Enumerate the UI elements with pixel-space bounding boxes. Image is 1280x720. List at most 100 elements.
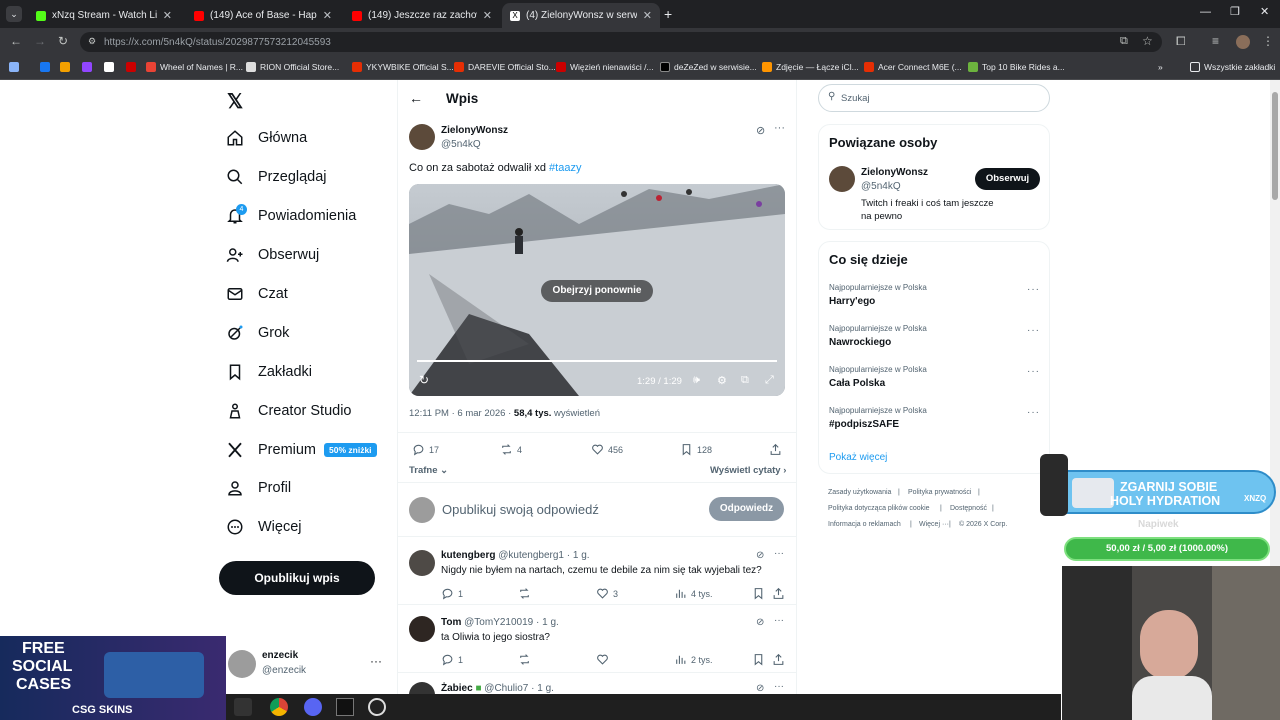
trend-item[interactable]: Najpopularniejsze w Polska Cała Polska — [829, 365, 1039, 389]
bookmark-action[interactable] — [752, 653, 765, 666]
close-icon[interactable]: ✕ — [483, 9, 492, 22]
trend-item[interactable]: Najpopularniejsze w Polska #podpiszSAFE — [829, 406, 1039, 430]
tab-youtube-1[interactable]: (149) Ace of Base - Happy Natio✕ — [186, 3, 340, 28]
views-action[interactable]: 2 tys. — [674, 653, 713, 666]
more-icon[interactable]: ··· — [1027, 407, 1040, 418]
more-icon[interactable]: ··· — [774, 615, 784, 626]
reply-action[interactable]: 1 — [441, 653, 463, 666]
footer-link[interactable]: Więcej ··· — [919, 521, 949, 528]
bookmark-star-icon[interactable]: ☆ — [1142, 34, 1153, 48]
bookmark-darevie[interactable]: DAREVIE Official Sto... — [454, 62, 556, 72]
view-quotes-link[interactable]: Wyświetl cytaty › — [710, 465, 786, 476]
scrollbar-thumb[interactable] — [1272, 92, 1278, 200]
bookmark-twitch[interactable] — [82, 62, 92, 72]
bookmark-2[interactable] — [60, 62, 70, 72]
account-switcher[interactable]: enzecik @enzecik ··· — [226, 646, 386, 682]
tab-x-post[interactable]: X(4) ZielonyWonsz w serwisie X:✕ — [502, 3, 660, 28]
footer-link[interactable]: Polityka dotycząca plików cookie — [828, 505, 930, 512]
address-bar[interactable]: ⚙ https://x.com/5n4kQ/status/20298775732… — [80, 32, 1162, 52]
minimize-button[interactable]: — — [1200, 6, 1211, 18]
discord-icon[interactable] — [304, 698, 322, 716]
more-icon[interactable]: ··· — [1027, 284, 1040, 295]
nav-premium[interactable]: Premium 50% zniżki — [226, 441, 377, 459]
nav-bookmarks[interactable]: Zakładki — [226, 363, 312, 381]
apps-icon[interactable] — [9, 62, 19, 72]
footer-link[interactable]: Dostępność — [950, 505, 987, 512]
bookmark-ykywbike[interactable]: YKYWBIKE Official S... — [352, 62, 454, 72]
tab-youtube-2[interactable]: (149) Jeszcze raz zachowasz się✕ — [344, 3, 500, 28]
picture-in-picture-icon[interactable]: ⧉ — [741, 374, 749, 387]
video-progress-track[interactable] — [417, 360, 777, 362]
close-icon[interactable]: ✕ — [323, 9, 332, 22]
hashtag-link[interactable]: #taazy — [549, 162, 581, 174]
obs-icon[interactable] — [368, 698, 386, 716]
tab-kick[interactable]: xNzq Stream - Watch Live on K✕ — [28, 3, 180, 28]
reply-submit-button[interactable]: Odpowiedz — [709, 497, 784, 521]
views-action[interactable]: 4 tys. — [674, 587, 713, 600]
nav-chat[interactable]: Czat — [226, 285, 288, 303]
post-author-avatar[interactable] — [409, 124, 435, 150]
more-icon[interactable]: ··· — [1027, 366, 1040, 377]
media-icon[interactable]: ≡ — [1212, 34, 1219, 48]
site-info-icon[interactable]: ⚙ — [88, 36, 96, 47]
search-input[interactable]: ⚲ Szukaj — [818, 84, 1050, 112]
bookmark-wheel[interactable]: Wheel of Names | R... — [146, 62, 243, 72]
share-action[interactable] — [772, 653, 785, 666]
terminal-icon[interactable] — [336, 698, 354, 716]
reply-input[interactable]: Opublikuj swoją odpowiedź — [442, 502, 599, 517]
nav-home[interactable]: Główna — [226, 129, 307, 147]
reply-action[interactable]: 1 — [441, 587, 463, 600]
grok-icon[interactable]: ⊘ — [756, 550, 764, 561]
forward-icon[interactable]: → — [34, 34, 46, 48]
grok-icon[interactable]: ⊘ — [756, 683, 764, 694]
close-icon[interactable]: ✕ — [163, 9, 172, 22]
nav-more[interactable]: Więcej — [226, 518, 302, 536]
show-more-link[interactable]: Pokaż więcej — [829, 452, 887, 463]
reload-icon[interactable]: ↻ — [58, 34, 68, 48]
trend-item[interactable]: Najpopularniejsze w Polska Nawrockiego — [829, 324, 1039, 348]
grok-icon[interactable]: ⊘ — [756, 617, 764, 628]
nav-profile[interactable]: Profil — [226, 479, 291, 497]
video-player[interactable]: Obejrzyj ponownie ↻ 1:29 / 1:29 🕪 ⚙ ⧉ ⤢ — [409, 184, 785, 396]
replay-button[interactable]: Obejrzyj ponownie — [541, 280, 653, 302]
bookmark-facebook[interactable] — [40, 62, 50, 72]
bookmark-dezezed[interactable]: deZeZed w serwisie... — [660, 62, 757, 72]
grok-icon[interactable]: ⊘ — [756, 124, 765, 137]
avatar[interactable] — [829, 166, 855, 192]
like-action[interactable]: 456 — [591, 443, 623, 456]
more-icon[interactable]: ··· — [774, 548, 784, 559]
more-icon[interactable]: ··· — [774, 681, 784, 692]
reply-item[interactable]: Żabiec ■ @Chulio7 · 1 g. ⊘ ··· — [397, 673, 797, 694]
sort-dropdown[interactable]: Trafne ⌄ — [409, 465, 448, 476]
fullscreen-icon[interactable]: ⤢ — [765, 374, 774, 387]
post-author-name[interactable]: ZielonyWonsz — [441, 125, 508, 136]
share-action[interactable] — [769, 443, 782, 456]
extensions-icon[interactable]: ⧠ — [1176, 34, 1186, 49]
reply-item[interactable]: kutengberg @kutengberg1 · 1 g. ⊘ ··· Nig… — [397, 537, 797, 603]
footer-link[interactable]: Polityka prywatności — [908, 489, 971, 496]
more-icon[interactable]: ··· — [774, 122, 785, 134]
volume-icon[interactable]: 🕪 — [693, 374, 700, 387]
bookmark-icloud[interactable]: Zdjęcie — Łącze iCl... — [762, 62, 859, 72]
repost-action[interactable] — [518, 653, 535, 666]
bookmark-acer[interactable]: Acer Connect M6E (... — [864, 62, 962, 72]
settings-icon[interactable]: ⚙ — [717, 374, 727, 387]
close-window-button[interactable]: ✕ — [1260, 5, 1269, 18]
bookmarks-overflow-icon[interactable]: » — [1158, 62, 1163, 72]
chrome-icon[interactable] — [270, 698, 288, 716]
footer-link[interactable]: Zasady użytkowania — [828, 489, 891, 496]
bookmark-5[interactable] — [126, 62, 136, 72]
bookmark-bike-rides[interactable]: Top 10 Bike Rides a... — [968, 62, 1065, 72]
bookmark-action[interactable] — [752, 587, 765, 600]
like-action[interactable] — [596, 653, 613, 666]
post-button[interactable]: Opublikuj wpis — [219, 561, 375, 595]
back-icon[interactable]: ← — [409, 90, 423, 106]
tab-search-button[interactable]: ⌄ — [6, 6, 22, 22]
like-action[interactable]: 3 — [596, 587, 618, 600]
x-logo-icon[interactable]: 𝕏 — [227, 89, 243, 114]
bookmark-rion[interactable]: RION Official Store... — [246, 62, 339, 72]
taskbar-item[interactable] — [234, 698, 252, 716]
footer-link[interactable]: Informacja o reklamach — [828, 521, 901, 528]
reply-item[interactable]: Tom @TomY210019 · 1 g. ⊘ ··· ta Oliwia t… — [397, 605, 797, 671]
restore-button[interactable]: ❐ — [1230, 5, 1240, 18]
